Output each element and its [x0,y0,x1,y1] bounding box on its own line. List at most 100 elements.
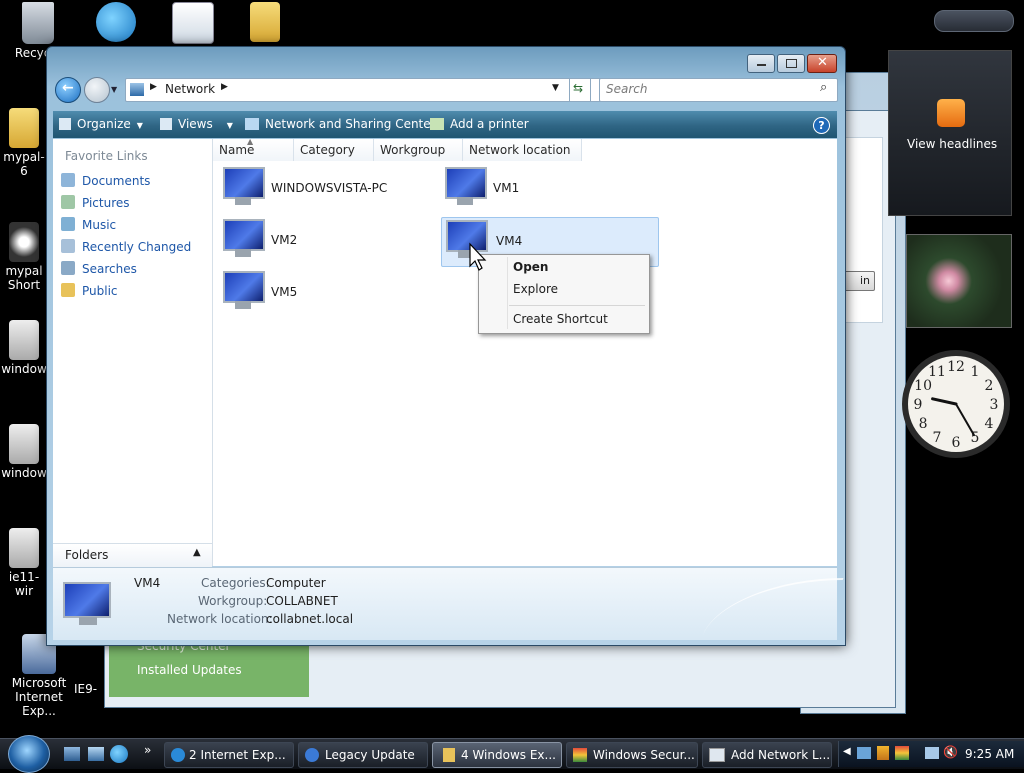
column-header-network-location[interactable]: Network location [463,139,582,161]
start-button[interactable] [8,735,50,773]
background-button[interactable]: in [843,271,875,291]
pictures-icon [61,195,75,209]
minimize-icon [757,64,766,66]
tray-network-icon[interactable] [857,747,871,759]
slideshow-gadget[interactable] [906,234,1012,328]
rss-icon [937,99,965,127]
folders-label: Folders [65,548,109,562]
ie-icon [171,748,185,762]
nav-link-label: Music [82,218,117,232]
explorer-window[interactable]: ✕ ← ▼ ▶ Network ▶ ▼ ⇆ Search ⌕ Organize ▼… [46,46,846,646]
forward-button[interactable] [84,77,110,103]
tray-volume-muted-icon[interactable]: 🔇 [943,745,958,759]
organize-button[interactable]: Organize ▼ [59,117,143,131]
maximize-button[interactable] [777,54,805,73]
organize-icon [59,118,71,130]
desktop-icon-shortcut[interactable]: mypal Short [0,222,48,292]
nav-link-pictures[interactable]: Pictures [61,195,130,210]
clock-time[interactable]: 9:25 AM [965,747,1014,761]
column-label: Network location [469,143,571,157]
column-header-category[interactable]: Category [294,139,374,161]
refresh-button[interactable]: ⇆ [569,78,591,102]
nav-link-public[interactable]: Public [61,283,118,298]
task-label: Legacy Update [325,748,415,762]
address-bar[interactable]: ▶ Network ▶ ▼ [125,78,611,102]
computer-item[interactable]: VM2 [221,219,321,263]
clock-numeral: 1 [971,364,980,380]
back-button[interactable]: ← [55,77,81,103]
column-label: Category [300,143,355,157]
context-menu-gutter [507,257,508,329]
quicklaunch-overflow-icon[interactable]: » [144,743,151,757]
recent-pages-dropdown[interactable]: ▼ [111,85,117,94]
menu-item-explore[interactable]: Explore [513,282,558,296]
taskbar-button-windows-security[interactable]: Windows Secur... [566,742,698,768]
views-button[interactable]: Views ▼ [160,117,233,131]
network-sharing-center-button[interactable]: Network and Sharing Center [245,117,436,131]
taskbar-button-add-network-location[interactable]: Add Network L... [702,742,832,768]
taskbar-button-windows-explorer[interactable]: 4 Windows Ex... [432,742,562,768]
clock-numeral: 9 [914,397,923,413]
address-dropdown-icon[interactable]: ▼ [552,83,559,93]
add-printer-button[interactable]: Add a printer [430,117,529,131]
desktop-icon-label: mypal Short [5,264,43,292]
computer-icon [221,271,265,311]
computer-label: VM1 [493,181,520,195]
desktop-icon-zip[interactable] [240,2,290,44]
menu-item-open[interactable]: Open [513,260,548,274]
tray-expand-icon[interactable]: ◀ [843,746,851,757]
menu-item-create-shortcut[interactable]: Create Shortcut [513,312,608,326]
desktop-icon-ie9[interactable]: IE9- [74,682,104,696]
computer-item[interactable]: VM1 [443,167,543,211]
folder-icon [9,108,39,148]
wizard-icon [709,748,725,762]
help-icon[interactable]: ? [813,117,830,134]
nav-link-searches[interactable]: Searches [61,261,137,276]
desktop-icon-disc-2[interactable]: window [0,424,48,480]
taskbar-button-internet-explorer[interactable]: 2 Internet Exp... [164,742,294,768]
desktop-icon-ie-shortcut[interactable]: Microsoft Internet Exp... [0,634,78,718]
search-input[interactable]: Search ⌕ [599,78,838,102]
computer-item[interactable]: WINDOWSVISTA-PC [221,167,391,211]
minimize-button[interactable] [747,54,775,73]
nav-link-label: Searches [82,262,137,276]
command-bar: Organize ▼ Views ▼ Network and Sharing Cen… [53,111,837,138]
breadcrumb-chevron-icon[interactable]: ▶ [221,82,228,92]
column-header-workgroup[interactable]: Workgroup [374,139,463,161]
desktop-icon-folder[interactable]: mypal-6 [0,108,48,178]
computer-item[interactable]: VM5 [221,271,321,315]
tray-windows-security-icon[interactable] [895,746,909,760]
desktop-icon-disc-1[interactable]: window [0,320,48,376]
installed-updates-link[interactable]: Installed Updates [137,663,242,677]
breadcrumb-network[interactable]: Network [165,82,215,96]
details-name: VM4 [134,576,161,590]
nav-link-recently-changed[interactable]: Recently Changed [61,239,191,254]
nav-link-music[interactable]: Music [61,217,116,232]
clock-numeral: 2 [984,378,993,394]
file-list[interactable]: Name ▲ Category Workgroup Network locatio… [213,137,837,566]
shortcut-icon [9,222,39,262]
nav-link-documents[interactable]: Documents [61,173,150,188]
desktop-icon-ie[interactable] [80,2,152,44]
desktop-icon-disc-3[interactable]: ie11-wir [0,528,48,598]
rss-view-headlines[interactable]: View headlines [907,137,997,151]
show-desktop-icon[interactable] [64,747,80,761]
search-icon[interactable]: ⌕ [820,80,827,95]
task-label: Add Network L... [731,748,831,762]
taskbar-button-legacy-update[interactable]: Legacy Update [298,742,428,768]
column-header-name[interactable]: Name ▲ [213,137,294,161]
clock-gadget[interactable]: 1234567891011 12 [900,340,1012,468]
clock-numeral: 6 [952,435,961,451]
tray-security-warning-icon[interactable] [877,746,889,760]
zip-folder-icon [250,2,280,42]
rss-gadget[interactable]: View headlines [888,50,1012,216]
switch-windows-icon[interactable] [88,747,104,761]
close-button[interactable]: ✕ [807,54,837,73]
computer-label: WINDOWSVISTA-PC [271,181,388,195]
ie-quicklaunch-icon[interactable] [110,745,128,763]
sidebar-controls[interactable] [934,10,1014,32]
views-label: Views [178,117,213,131]
desktop-icon-ie-file[interactable] [162,2,224,46]
tray-network-connection-icon[interactable] [925,747,939,759]
folders-bar[interactable]: Folders ▲ [53,543,212,567]
